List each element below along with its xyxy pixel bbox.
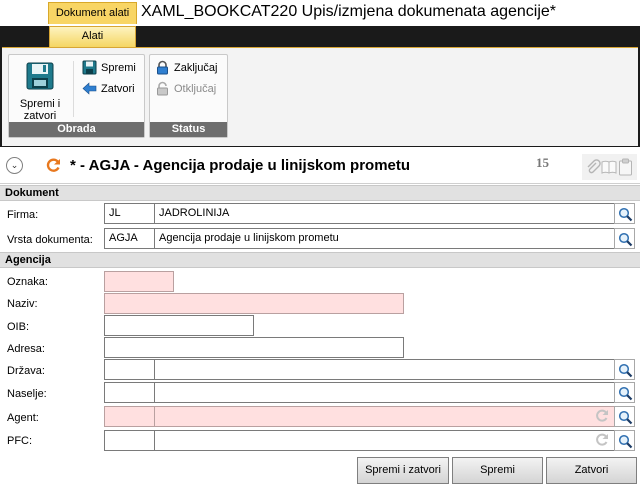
pfc-code-field[interactable] [104,430,155,451]
vrsta-code-field[interactable]: AGJA [104,228,155,249]
search-icon [618,434,633,449]
drzava-code-field[interactable] [104,359,155,380]
ribbon-frame [0,47,2,147]
ribbon-save-close-label: Spremi i zatvori [19,98,61,122]
document-heading: * - AGJA - Agencija prodaje u linijskom … [70,157,411,174]
unlock-icon [155,81,170,102]
collapse-toggle[interactable]: ⌄ [6,157,23,174]
ribbon-save-button[interactable]: Spremi [81,59,136,77]
save-button[interactable]: Spremi [452,457,543,484]
pfc-name-field[interactable] [154,430,615,451]
section-agencija: Agencija [0,252,640,268]
firma-code-field[interactable]: JL [104,203,155,224]
reset-icon[interactable] [595,433,611,449]
reset-icon[interactable] [595,409,611,425]
ribbon-group-obrada: Spremi i zatvori Spremi Zatvori Obrada [8,54,145,138]
firma-label: Firma: [7,209,39,221]
search-icon [618,386,633,401]
search-icon [618,410,633,425]
ribbon-close-label: Zatvori [101,83,135,95]
arrow-left-icon [82,81,97,102]
drzava-label: Država: [7,365,45,377]
tab-alati[interactable]: Alati [49,26,136,47]
oznaka-input[interactable] [104,271,174,292]
lock-icon [155,60,170,81]
pfc-lookup-button[interactable] [614,430,635,451]
search-icon [618,363,633,378]
ribbon-lock-label: Zaključaj [174,62,218,74]
refresh-icon[interactable] [46,158,61,176]
naselje-lookup-button[interactable] [614,382,635,403]
search-icon [618,207,633,222]
drzava-lookup-button[interactable] [614,359,635,380]
ribbon-save-close-button[interactable]: Spremi i zatvori [13,59,67,122]
naselje-name-field[interactable] [154,382,615,403]
ribbon-group-status: Zaključaj Otključaj Status [149,54,228,138]
clipboard-icon[interactable] [618,158,633,179]
ribbon-unlock-label: Otključaj [174,83,217,95]
naziv-label: Naziv: [7,298,38,310]
oznaka-label: Oznaka: [7,276,48,288]
attachment-toolbar [582,154,637,180]
adresa-label: Adresa: [7,343,45,355]
save-disk-icon [13,61,67,94]
agent-label: Agent: [7,412,39,424]
agent-code-field[interactable] [104,406,155,427]
naselje-label: Naselje: [7,388,47,400]
ribbon-close-button[interactable]: Zatvori [81,80,135,98]
ribbon-unlock-button[interactable]: Otključaj [154,80,216,98]
close-button[interactable]: Zatvori [546,457,637,484]
adresa-input[interactable] [104,337,404,358]
ribbon-separator [73,61,74,117]
save-close-button[interactable]: Spremi i zatvori [357,457,449,484]
ribbon-save-label: Spremi [101,62,136,74]
pfc-label: PFC: [7,435,33,447]
vrsta-name-field[interactable]: Agencija prodaje u linijskom prometu [154,228,615,249]
paperclip-icon[interactable] [585,158,601,179]
oib-label: OIB: [7,321,30,333]
agent-name-field[interactable] [154,406,615,427]
naziv-input[interactable] [104,293,404,314]
ribbon-group-obrada-label: Obrada [9,122,144,137]
ribbon-tab-strip: Alati [0,26,640,47]
ribbon-group-status-label: Status [150,122,227,137]
save-icon [82,60,97,81]
chevron-down-icon: ⌄ [10,160,19,170]
context-tab-dokument-alati[interactable]: Dokument alati [48,2,137,24]
drzava-name-field[interactable] [154,359,615,380]
document-counter: 15 [536,155,549,170]
oib-input[interactable] [104,315,254,336]
naselje-code-field[interactable] [104,382,155,403]
ribbon: Spremi i zatvori Spremi Zatvori Obrada Z… [0,47,640,147]
search-icon [618,232,633,247]
window-title: XAML_BOOKCAT220 Upis/izmjena dokumenata … [141,3,557,20]
title-bar: Dokument alati XAML_BOOKCAT220 Upis/izmj… [0,0,640,26]
firma-lookup-button[interactable] [614,203,635,224]
ribbon-lock-button[interactable]: Zaključaj [154,59,217,77]
firma-name-field[interactable]: JADROLINIJA [154,203,615,224]
vrsta-lookup-button[interactable] [614,228,635,249]
vrsta-dokumenta-label: Vrsta dokumenta: [7,234,93,246]
book-icon[interactable] [601,159,617,178]
agent-lookup-button[interactable] [614,406,635,427]
document-header: ⌄ * - AGJA - Agencija prodaje u linijsko… [0,148,640,184]
section-dokument: Dokument [0,185,640,201]
